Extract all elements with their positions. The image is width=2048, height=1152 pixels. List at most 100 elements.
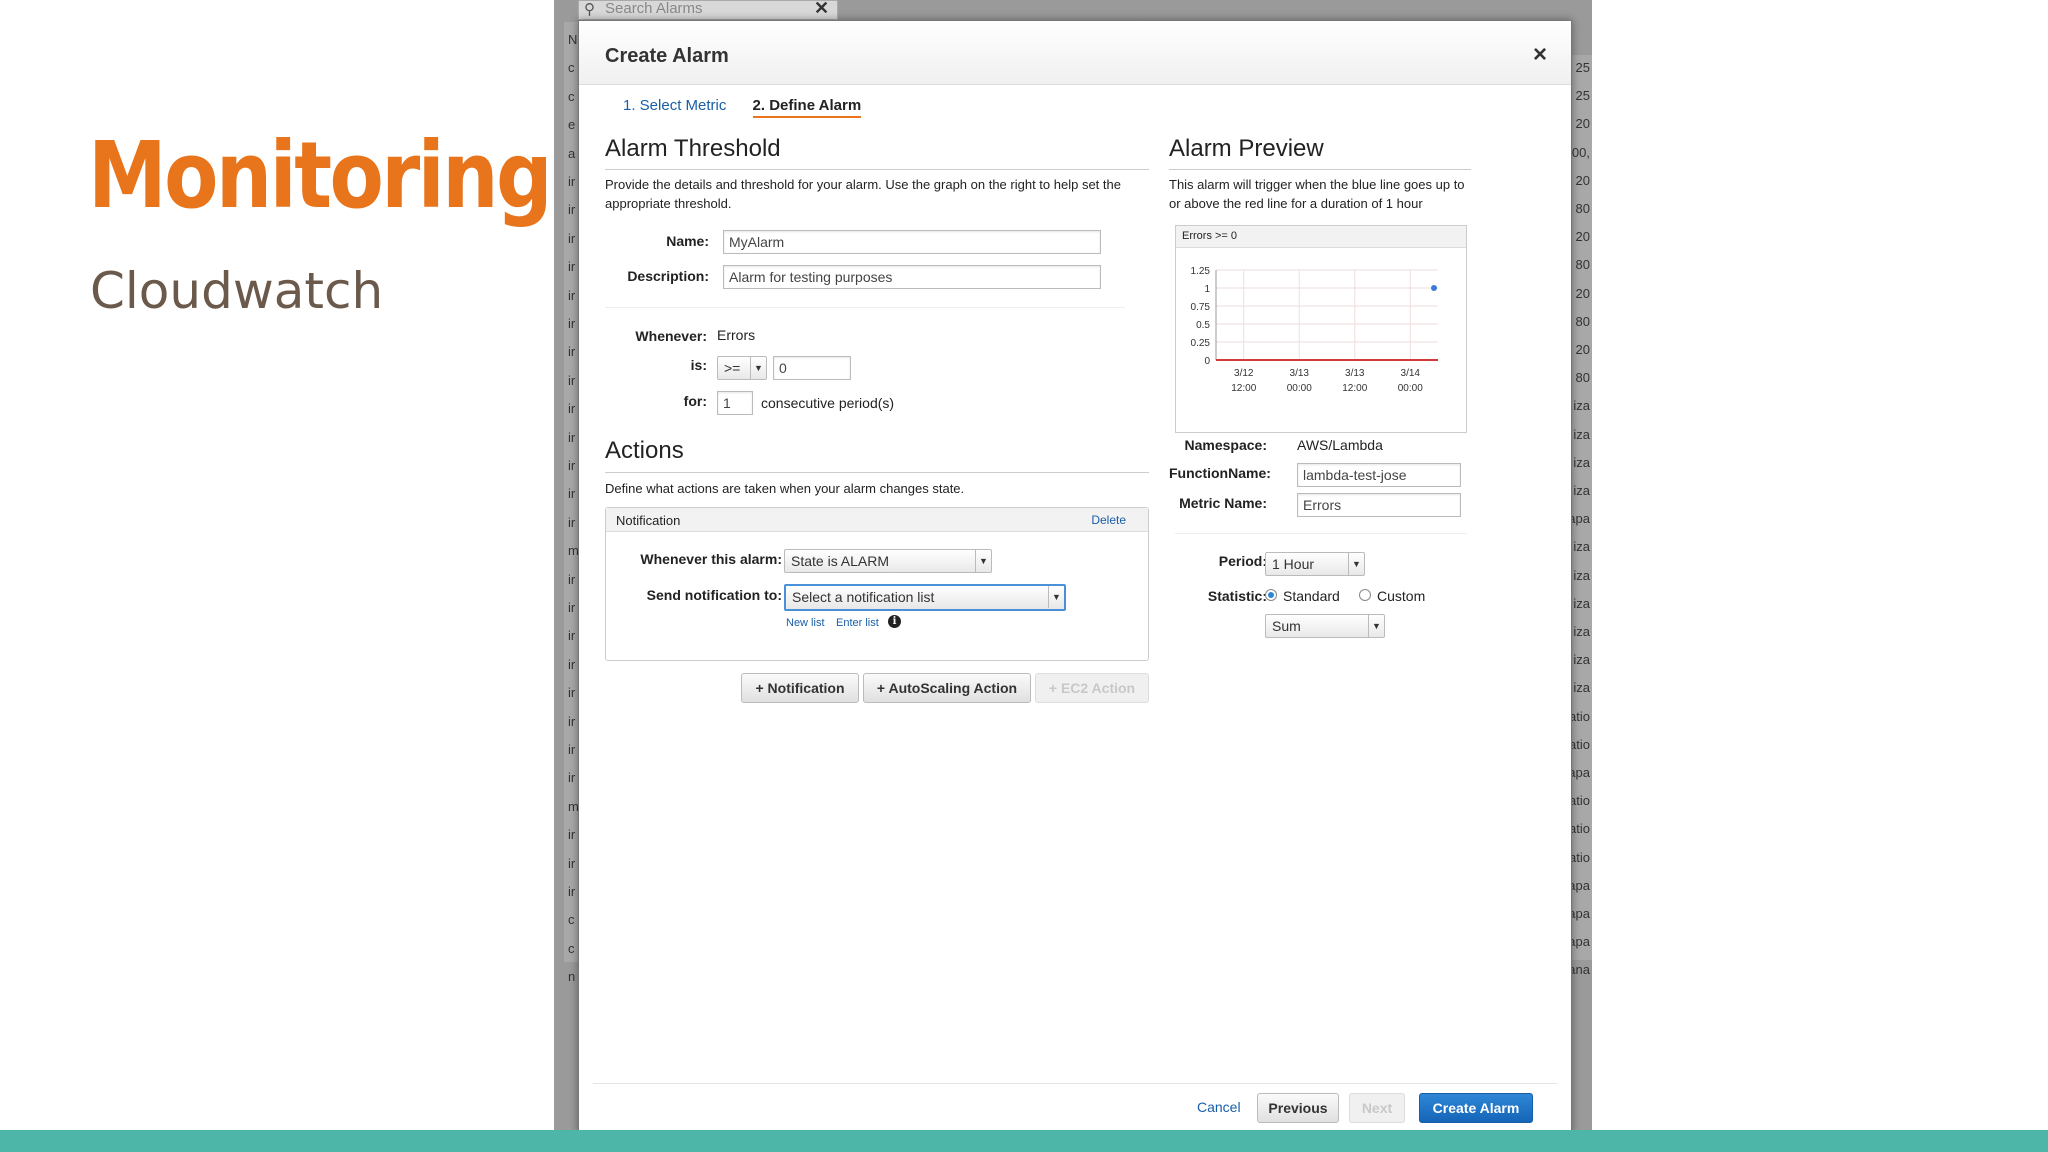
- info-icon[interactable]: i: [888, 615, 901, 628]
- background-cell: c: [568, 88, 575, 104]
- notification-list-select[interactable]: Select a notification list ▼: [784, 584, 1066, 611]
- metric-name-value: Errors: [717, 327, 756, 343]
- background-cell: 80: [1575, 201, 1590, 216]
- background-cell: ir: [568, 656, 576, 672]
- slide-bottom-bar: [0, 1130, 2048, 1152]
- actions-help: Define what actions are taken when your …: [605, 481, 965, 496]
- for-label: for:: [683, 393, 707, 409]
- description-label: Description:: [627, 268, 709, 284]
- add-ec2-action-button: + EC2 Action: [1035, 673, 1149, 703]
- background-cell: 20: [1575, 229, 1590, 245]
- background-cell: a: [568, 145, 576, 161]
- statistic-select[interactable]: Sum ▼: [1265, 614, 1385, 638]
- previous-button[interactable]: Previous: [1257, 1093, 1339, 1123]
- add-notification-button[interactable]: + Notification: [741, 673, 859, 703]
- threshold-divider: [605, 307, 1125, 308]
- background-cell: iza: [1573, 426, 1590, 442]
- step-define-alarm[interactable]: 2. Define Alarm: [752, 97, 862, 118]
- chart-plot: 1.25 1 0.75 0.5 0.25 0 3/12 12:00 3/13 00:00 3/13 1…: [1191, 266, 1438, 394]
- notification-header-label: Notification: [616, 513, 681, 528]
- y-tick-label: 0.75: [1191, 302, 1211, 313]
- operator-select[interactable]: >= ▼: [717, 356, 767, 380]
- background-cell: c: [568, 940, 575, 956]
- background-cell: ir: [568, 287, 576, 303]
- step-select-metric[interactable]: 1. Select Metric: [623, 97, 726, 116]
- background-cell: atio: [1569, 736, 1590, 752]
- x-tick-label: 3/14: [1401, 368, 1421, 379]
- send-notification-label: Send notification to:: [646, 587, 782, 603]
- periods-input[interactable]: 1: [717, 391, 753, 415]
- next-button: Next: [1349, 1093, 1405, 1123]
- cancel-link[interactable]: Cancel: [1197, 1099, 1241, 1115]
- x-tick-label: 12:00: [1342, 383, 1367, 394]
- dialog-title: Create Alarm: [605, 45, 729, 67]
- background-cell: 00,: [1571, 144, 1590, 160]
- y-tick-label: 1.25: [1191, 266, 1211, 277]
- name-label: Name:: [666, 233, 709, 249]
- whenever-alarm-label: Whenever this alarm:: [640, 551, 782, 567]
- y-tick-label: 0.25: [1191, 338, 1211, 349]
- create-alarm-button[interactable]: Create Alarm: [1419, 1093, 1533, 1123]
- background-cell: ir: [568, 770, 576, 786]
- background-cell: 80: [1575, 370, 1590, 386]
- background-cell: atio: [1569, 708, 1590, 724]
- custom-radio[interactable]: [1359, 589, 1371, 601]
- operator-value: >=: [724, 360, 741, 376]
- background-cell: ir: [568, 174, 576, 189]
- standard-radio[interactable]: [1265, 589, 1277, 601]
- metric-name-input[interactable]: Errors: [1297, 493, 1461, 517]
- alarm-description-input[interactable]: Alarm for testing purposes: [723, 265, 1101, 289]
- alarm-name-input[interactable]: MyAlarm: [723, 230, 1101, 254]
- background-cell: ir: [568, 372, 576, 388]
- background-cell: ir: [568, 429, 576, 445]
- statistic-value: Sum: [1272, 618, 1301, 634]
- background-cell: 20: [1575, 116, 1590, 132]
- search-icon: ⚲: [584, 1, 595, 18]
- clear-search-icon: ✕: [814, 0, 830, 18]
- background-cell: 25: [1575, 88, 1590, 104]
- alarm-state-select[interactable]: State is ALARM ▼: [784, 549, 992, 573]
- slide: Monitoring Cloudwatch Search Alarms ⚲ ✕ …: [0, 0, 2048, 1152]
- add-autoscaling-button[interactable]: + AutoScaling Action: [863, 673, 1031, 703]
- dialog-header: Create Alarm ×: [579, 21, 1571, 85]
- period-select[interactable]: 1 Hour ▼: [1265, 552, 1365, 576]
- enter-list-link[interactable]: Enter list: [836, 617, 879, 629]
- x-tick-label: 00:00: [1398, 383, 1423, 394]
- notification-panel: Notification Delete Whenever this alarm:…: [605, 507, 1149, 661]
- chevron-down-icon: ▼: [1348, 553, 1364, 575]
- background-cell: ir: [568, 230, 576, 246]
- background-cell: 20: [1575, 285, 1590, 301]
- x-tick-label: 3/13: [1345, 368, 1365, 379]
- namespace-value: AWS/Lambda: [1297, 437, 1383, 453]
- delete-notification-link[interactable]: Delete: [1091, 513, 1126, 527]
- background-cell: ir: [568, 458, 576, 473]
- background-cell: ir: [568, 884, 576, 899]
- background-cell: iza: [1573, 652, 1590, 668]
- new-list-link[interactable]: New list: [786, 617, 825, 629]
- background-cell: 80: [1575, 313, 1590, 329]
- background-cell: ir: [568, 600, 576, 615]
- background-cell: atio: [1569, 849, 1590, 865]
- actions-title: Actions: [605, 437, 684, 464]
- preview-help: This alarm will trigger when the blue li…: [1169, 177, 1465, 211]
- preview-rule: [1169, 169, 1471, 170]
- close-icon[interactable]: ×: [1533, 41, 1547, 69]
- background-cell: ir: [568, 259, 576, 275]
- chart-title: Errors >= 0: [1176, 226, 1466, 248]
- threshold-rule: [605, 169, 1149, 170]
- namespace-label: Namespace:: [1184, 437, 1268, 453]
- function-name-input[interactable]: lambda-test-jose: [1297, 463, 1461, 487]
- background-cell: ir: [568, 344, 576, 360]
- threshold-input[interactable]: 0: [773, 356, 851, 380]
- background-cell: 25: [1575, 60, 1590, 75]
- background-cell: c: [568, 60, 575, 76]
- background-cell: atio: [1569, 821, 1590, 837]
- whenever-label: Whenever:: [635, 328, 707, 344]
- chevron-down-icon: ▼: [1368, 615, 1384, 637]
- background-cell: iza: [1573, 454, 1590, 470]
- background-cell: n: [568, 969, 576, 985]
- background-cell: N: [568, 32, 578, 47]
- metric-name-label: Metric Name:: [1179, 495, 1267, 511]
- standard-radio-label: Standard: [1283, 588, 1340, 604]
- background-cell: ir: [568, 713, 576, 729]
